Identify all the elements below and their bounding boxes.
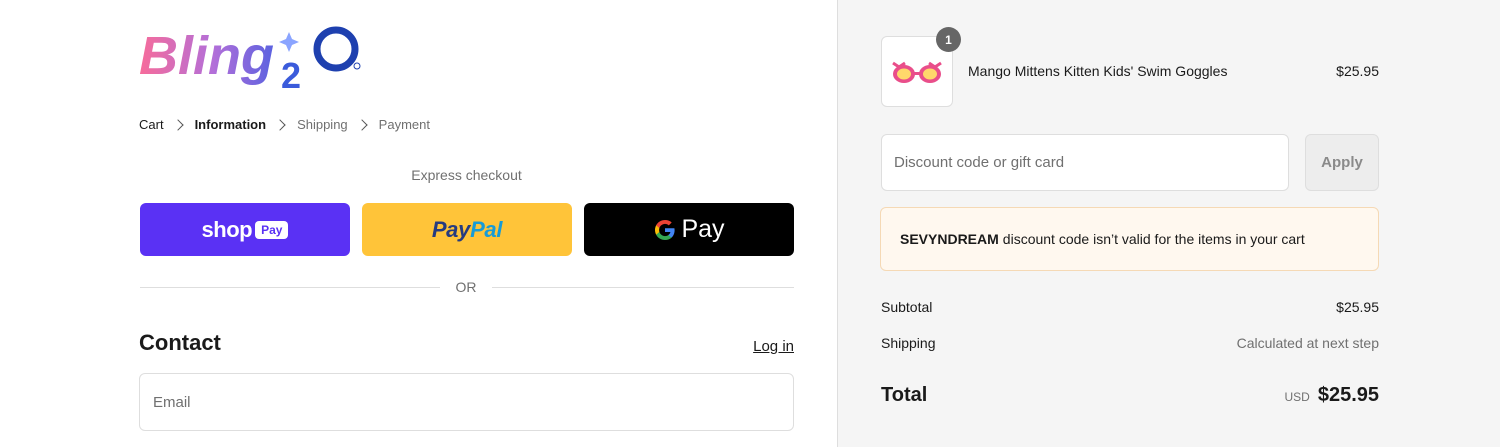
- subtotal-value: $25.95: [1336, 299, 1379, 315]
- paypal-wordmark: PayPal: [431, 216, 503, 242]
- divider-left: [140, 287, 440, 288]
- google-g-icon: [655, 219, 676, 240]
- or-divider-label: OR: [455, 279, 477, 295]
- contact-heading: Contact: [139, 330, 221, 355]
- brand-logo[interactable]: Bling 2: [139, 22, 364, 98]
- svg-text:2: 2: [281, 55, 301, 96]
- divider-right: [492, 287, 794, 288]
- product-name: Mango Mittens Kitten Kids' Swim Goggles: [968, 63, 1228, 79]
- chevron-right-icon: [171, 119, 184, 131]
- total-amount: USD $25.95: [1200, 384, 1379, 407]
- discount-code-name: SEVYNDREAM: [900, 231, 999, 247]
- email-field[interactable]: [139, 373, 794, 431]
- express-checkout-label: Express checkout: [411, 167, 522, 183]
- chevron-right-icon: [356, 119, 368, 131]
- product-price: $25.95: [1336, 63, 1379, 79]
- discount-error-message: discount code isn’t valid for the items …: [1002, 231, 1305, 247]
- logo-text: Bling: [139, 26, 274, 86]
- chevron-right-icon: [274, 119, 286, 131]
- google-pay-button[interactable]: Pay: [584, 203, 794, 256]
- paypal-button[interactable]: PayPal: [362, 203, 572, 256]
- total-value: $25.95: [1317, 384, 1379, 406]
- google-pay-wordmark: Pay: [681, 215, 725, 243]
- breadcrumb: Cart Information Shipping Payment: [139, 116, 430, 134]
- bling2o-logo-icon: Bling 2: [139, 26, 361, 96]
- discount-error-notice: SEVYNDREAM discount code isn’t valid for…: [880, 207, 1379, 271]
- breadcrumb-shipping: Shipping: [297, 117, 348, 132]
- shipping-label: Shipping: [881, 335, 936, 351]
- breadcrumb-information: Information: [194, 117, 267, 132]
- quantity-badge: 1: [936, 27, 961, 52]
- subtotal-label: Subtotal: [881, 299, 933, 315]
- total-label: Total: [881, 384, 928, 406]
- checkout-main-panel: Bling 2 Cart Information Shipping Paymen…: [0, 0, 837, 447]
- discount-code-input[interactable]: [881, 134, 1289, 191]
- shop-pay-badge: Pay: [255, 220, 289, 239]
- breadcrumb-cart[interactable]: Cart: [139, 116, 164, 134]
- log-in-link[interactable]: Log in: [740, 338, 794, 355]
- shipping-value: Calculated at next step: [1236, 335, 1379, 351]
- apply-discount-button[interactable]: Apply: [1305, 134, 1379, 191]
- total-currency: USD: [1284, 390, 1310, 404]
- shop-pay-button[interactable]: shop Pay: [140, 203, 350, 256]
- swim-goggles-icon: [892, 61, 942, 83]
- shop-pay-wordmark: shop: [201, 216, 253, 242]
- breadcrumb-payment: Payment: [378, 117, 430, 132]
